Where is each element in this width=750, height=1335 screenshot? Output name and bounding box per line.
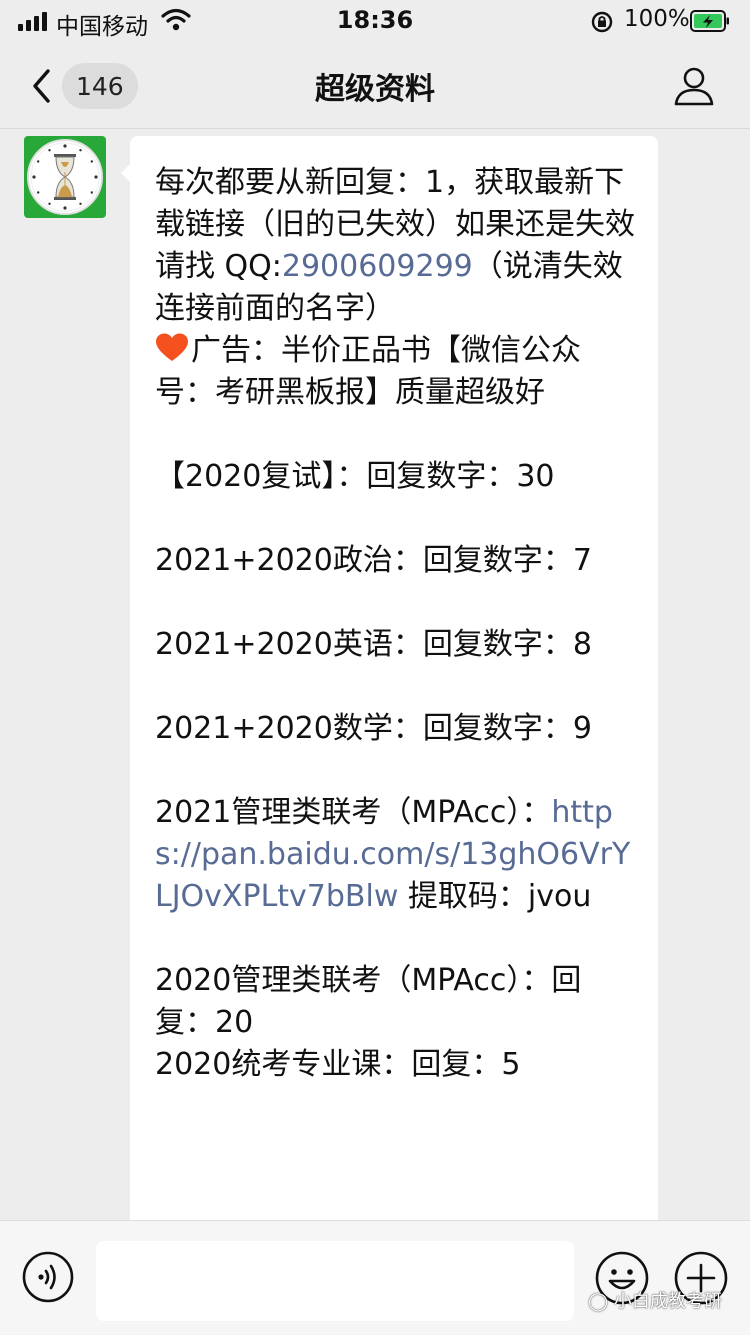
chat-area[interactable]: 每次都要从新回复：1，获取最新下载链接（旧的已失效）如果还是失效请找 QQ:29… (0, 129, 750, 1220)
wechat-logo-icon: ◯ (588, 1291, 614, 1312)
message-ad: 广告：半价正品书【微信公众号：考研黑板报】质量超级好 (155, 333, 581, 410)
person-icon[interactable] (670, 62, 718, 110)
message-line-english: 2021+2020英语：回复数字：8 (155, 627, 592, 662)
qq-number-link[interactable]: 2900609299 (282, 249, 473, 284)
navigation-bar: 146 超级资料 (0, 42, 750, 129)
message-line-fushi: 【2020复试】：回复数字：30 (155, 459, 555, 494)
status-bar: 中国移动 18:36 100% (0, 0, 750, 42)
message-line-math: 2021+2020数学：回复数字：9 (155, 711, 592, 746)
heart-icon (156, 333, 188, 361)
watermark: ◯ 小白成教考研 (588, 1291, 722, 1312)
battery-charging-icon (690, 10, 729, 32)
avatar[interactable] (24, 136, 106, 218)
message-line-politics: 2021+2020政治：回复数字：7 (155, 543, 592, 578)
message-line-mpacc-2020: 2020管理类联考（MPAcc）：回复：20 (155, 963, 582, 1040)
voice-icon[interactable] (22, 1251, 74, 1303)
message-line: 每次都要从新回复：1，获取最新下载链接（旧的已失效）如果还是失效请找 QQ:29… (155, 165, 635, 326)
battery-percentage: 100% (624, 6, 690, 32)
clock-hourglass-icon (27, 139, 103, 215)
message-input[interactable] (96, 1241, 574, 1321)
message-line-mpacc-2021: 2021管理类联考（MPAcc）：https://pan.baidu.com/s… (155, 795, 631, 914)
input-toolbar (0, 1220, 750, 1335)
rotation-lock-icon (591, 11, 613, 33)
message-line-tongkao: 2020统考专业课：回复：5 (155, 1047, 521, 1082)
message-bubble[interactable]: 每次都要从新回复：1，获取最新下载链接（旧的已失效）如果还是失效请找 QQ:29… (130, 136, 658, 1220)
chat-title: 超级资料 (315, 72, 435, 107)
